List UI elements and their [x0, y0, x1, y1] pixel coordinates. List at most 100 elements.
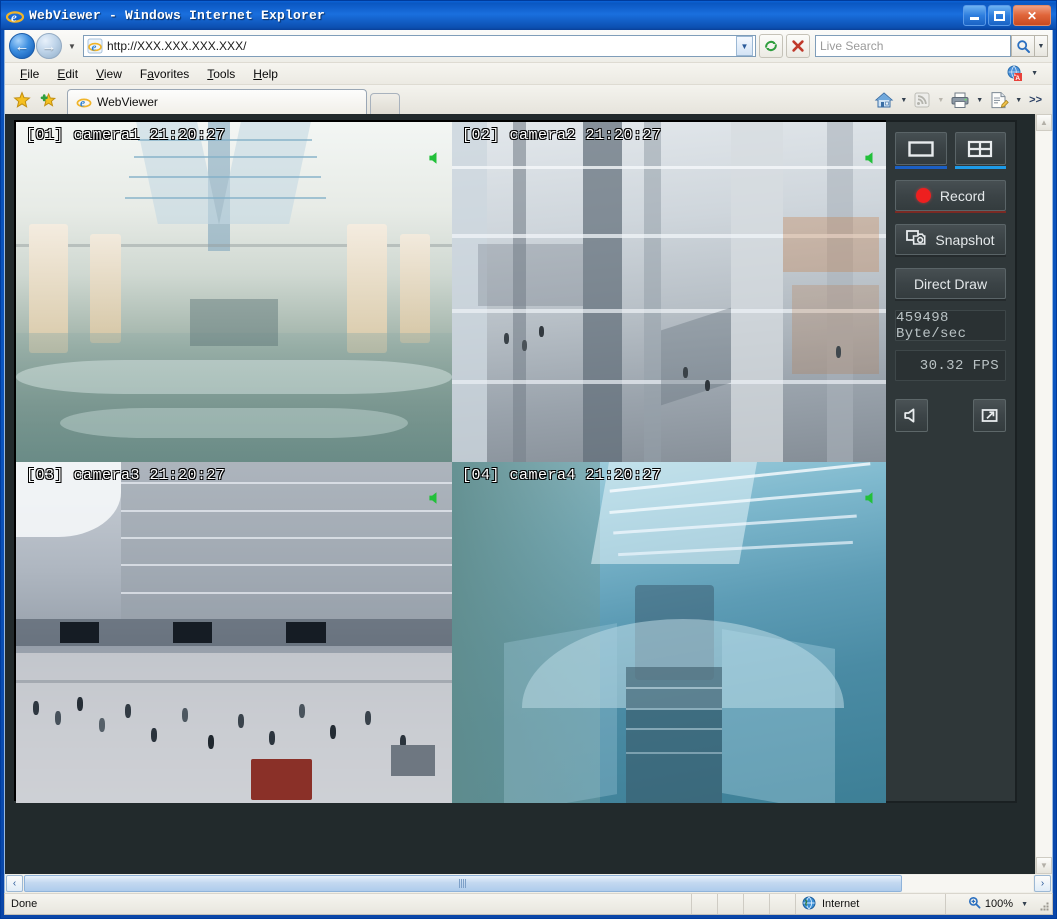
recent-pages-dropdown-icon[interactable]: ▼	[65, 42, 79, 51]
zoom-cell[interactable]: 100% ▼	[946, 894, 1038, 914]
back-button[interactable]: ←	[9, 33, 35, 59]
scroll-down-button[interactable]: ▼	[1036, 857, 1052, 874]
menu-label-edit-rest: dit	[65, 66, 79, 81]
quad-view-underline	[954, 166, 1006, 169]
add-to-favorites-icon[interactable]	[37, 89, 59, 111]
status-blank-1	[692, 894, 718, 914]
tab-bar: e WebViewer ▼ ▼ ▼ ▼ >>	[5, 84, 1052, 114]
search-input[interactable]: Live Search	[815, 35, 1011, 57]
camera-pane-04[interactable]: [04] camera4 21:20:27	[452, 462, 888, 803]
horizontal-scrollbar[interactable]: ‹ ›	[4, 874, 1053, 893]
home-dropdown-icon[interactable]: ▼	[896, 97, 911, 104]
camera-pane-03[interactable]: [03] camera3 21:20:27	[16, 462, 452, 803]
quad-view-button[interactable]	[954, 132, 1006, 165]
camera-pane-01[interactable]: [01] camera1 21:20:27	[16, 122, 452, 462]
snapshot-underline	[895, 255, 1006, 257]
direct-draw-button[interactable]: Direct Draw	[895, 268, 1006, 299]
new-tab-button[interactable]	[370, 93, 400, 114]
home-icon[interactable]	[872, 90, 896, 110]
panel-icon-row	[895, 399, 1006, 432]
horizontal-scroll-thumb[interactable]	[24, 875, 902, 892]
menu-label-file-rest: ile	[27, 66, 40, 81]
menu-label-favorites-rest: vorites	[153, 66, 190, 81]
record-button[interactable]: Record	[895, 180, 1006, 211]
fps-display: 30.32 FPS	[895, 350, 1006, 381]
camera-video-04	[452, 462, 888, 803]
status-blank-4	[770, 894, 796, 914]
svg-text:A: A	[1015, 75, 1020, 82]
close-button[interactable]: ✕	[1013, 5, 1051, 26]
tab-webviewer[interactable]: e WebViewer	[67, 89, 367, 114]
menu-item-favorites[interactable]: Favorites	[131, 65, 198, 83]
audio-button[interactable]	[895, 399, 928, 432]
scroll-left-button[interactable]: ‹	[6, 875, 23, 892]
toolbar-overflow-icon[interactable]: >>	[1026, 94, 1047, 106]
page-icon[interactable]	[987, 90, 1011, 110]
scroll-right-button[interactable]: ›	[1034, 875, 1051, 892]
maximize-button[interactable]	[988, 5, 1011, 26]
zoom-dropdown-icon[interactable]: ▼	[1017, 901, 1032, 908]
print-icon[interactable]	[948, 90, 972, 110]
rss-feeds-icon[interactable]	[911, 90, 933, 110]
layout-buttons	[895, 132, 1006, 169]
menu-item-file[interactable]: File	[11, 65, 48, 83]
address-dropdown-icon[interactable]: ▼	[736, 36, 753, 56]
fps-value: 30.32 FPS	[919, 357, 999, 374]
snapshot-button[interactable]: Snapshot	[895, 224, 1006, 255]
single-view-button[interactable]	[895, 132, 947, 165]
web-page: [01] camera1 21:20:27 [02] camera2 21:20…	[5, 114, 1035, 874]
fullscreen-button[interactable]	[973, 399, 1006, 432]
svg-text:e: e	[80, 98, 85, 110]
browser-chrome: ← → ▼ e http://XXX.XXX.XXX.XXX/ ▼ Live S…	[4, 30, 1053, 114]
scroll-thumb-grip-icon	[459, 879, 467, 888]
vertical-scrollbar[interactable]: ▲ ▼	[1035, 114, 1052, 874]
menu-label-view-rest: iew	[103, 66, 122, 81]
snapshot-icon	[906, 229, 926, 251]
status-text-cell: Done	[5, 894, 692, 914]
security-zone-cell[interactable]: Internet	[796, 894, 946, 914]
quad-view-icon	[968, 140, 993, 157]
favorites-center-icon[interactable]	[11, 89, 33, 111]
record-dot-icon	[915, 188, 931, 203]
status-bar: Done Internet 100% ▼	[4, 893, 1053, 915]
menu-item-tools[interactable]: Tools	[198, 65, 244, 83]
refresh-button[interactable]	[759, 34, 783, 58]
camera-osd-01: [01] camera1 21:20:27	[26, 127, 226, 144]
menu-item-help[interactable]: Help	[244, 65, 287, 83]
horizontal-scroll-track[interactable]	[24, 875, 1033, 892]
stop-button[interactable]	[786, 34, 810, 58]
browser-window: e WebViewer - Windows Internet Explorer …	[0, 0, 1057, 919]
audio-indicator-icon-02	[863, 150, 879, 166]
vertical-scroll-track[interactable]	[1036, 131, 1052, 857]
rss-feeds-dropdown-icon[interactable]: ▼	[933, 97, 948, 104]
camera-video-01	[16, 122, 452, 462]
tab-label: WebViewer	[97, 95, 158, 109]
address-input[interactable]: http://XXX.XXX.XXX.XXX/	[107, 39, 736, 53]
print-dropdown-icon[interactable]: ▼	[972, 97, 987, 104]
address-bar[interactable]: e http://XXX.XXX.XXX.XXX/ ▼	[83, 35, 756, 57]
audio-indicator-icon-03	[427, 490, 443, 506]
record-underline	[895, 211, 1006, 213]
page-favicon-icon: e	[87, 38, 103, 54]
menu-item-edit[interactable]: Edit	[48, 65, 87, 83]
pdf-converter-icon[interactable]: A	[1004, 63, 1027, 84]
page-dropdown-icon[interactable]: ▼	[1011, 97, 1026, 104]
menu-label-help-rest: elp	[261, 66, 278, 81]
search-button[interactable]	[1011, 35, 1034, 57]
pdf-converter-dropdown-icon[interactable]: ▼	[1027, 70, 1042, 77]
record-label: Record	[939, 187, 986, 204]
forward-button[interactable]: →	[36, 33, 62, 59]
search-options-dropdown-icon[interactable]: ▼	[1034, 35, 1048, 57]
title-bar: e WebViewer - Windows Internet Explorer …	[1, 1, 1056, 30]
content-area: [01] camera1 21:20:27 [02] camera2 21:20…	[4, 114, 1053, 874]
single-view-icon	[908, 140, 934, 157]
camera-video-03	[16, 462, 452, 803]
control-panel: Record Snapshot Direct Draw 459498 Byte/…	[886, 120, 1017, 803]
minimize-button[interactable]	[963, 5, 986, 26]
scroll-up-button[interactable]: ▲	[1036, 114, 1052, 131]
menu-item-view[interactable]: View	[87, 65, 131, 83]
svg-text:e: e	[11, 9, 17, 24]
command-bar: ▼ ▼ ▼ ▼ >>	[872, 90, 1047, 114]
resize-grip-icon[interactable]	[1038, 894, 1052, 914]
camera-pane-02[interactable]: [02] camera2 21:20:27	[452, 122, 888, 462]
